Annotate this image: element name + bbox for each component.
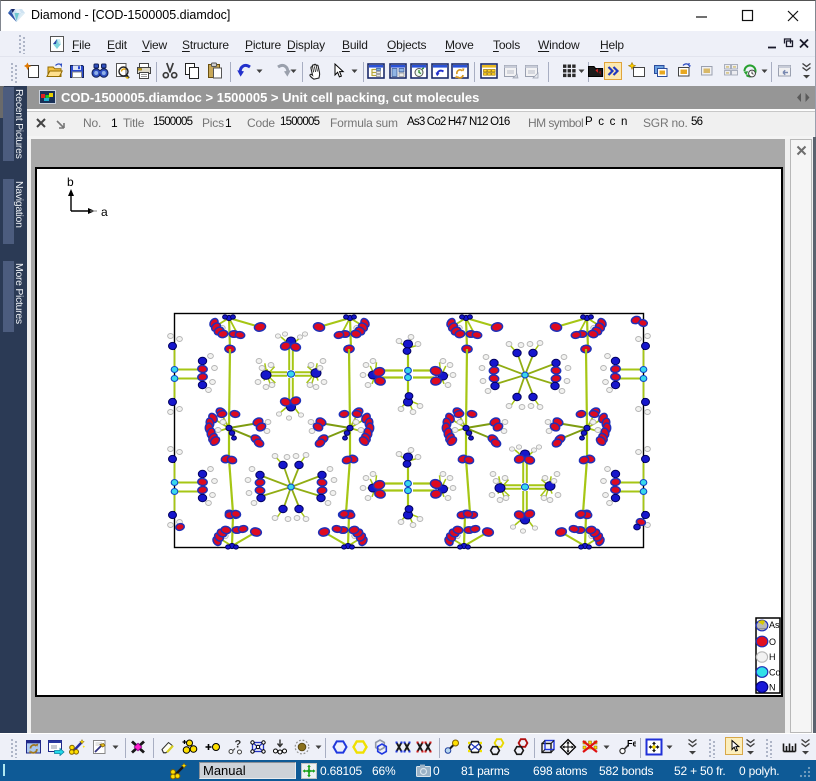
- svg-text:a: a: [101, 205, 108, 219]
- svg-text:b: b: [67, 175, 74, 189]
- svg-text:As: As: [769, 620, 780, 630]
- svg-text:O: O: [769, 637, 776, 647]
- svg-text:H: H: [769, 652, 776, 662]
- svg-text:Co: Co: [769, 668, 781, 678]
- svg-text:Fe: Fe: [627, 739, 636, 749]
- svg-text:?: ?: [235, 739, 242, 751]
- svg-text:N: N: [769, 683, 776, 693]
